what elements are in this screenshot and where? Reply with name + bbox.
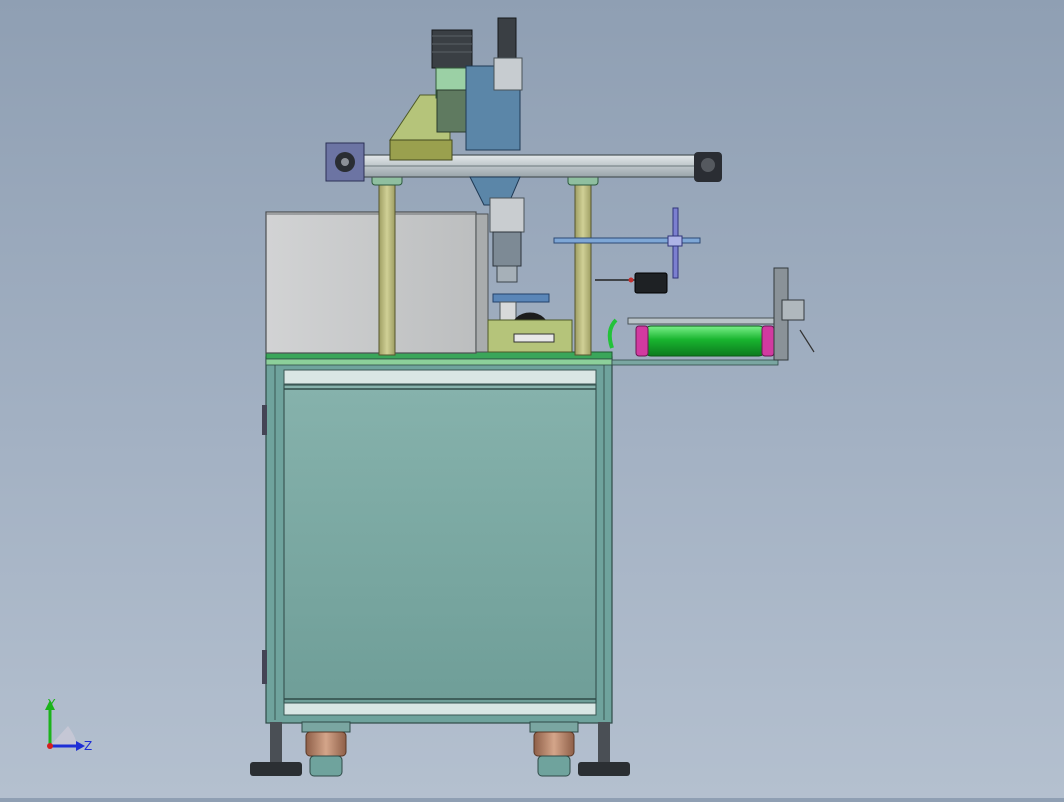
linear-rail <box>325 142 722 182</box>
cad-viewport[interactable] <box>0 0 1064 798</box>
z-axis-label: Z <box>84 739 92 753</box>
head-assembly <box>487 197 573 353</box>
machine-drawing <box>250 17 815 777</box>
y-axis-label: Y <box>47 697 56 711</box>
cabinet-frame <box>262 356 613 724</box>
triad-plane <box>50 726 77 746</box>
enclosure-box <box>265 211 489 354</box>
orientation-triad: Y Z <box>38 696 108 760</box>
x-axis-dot <box>47 743 53 749</box>
casters <box>301 721 579 777</box>
